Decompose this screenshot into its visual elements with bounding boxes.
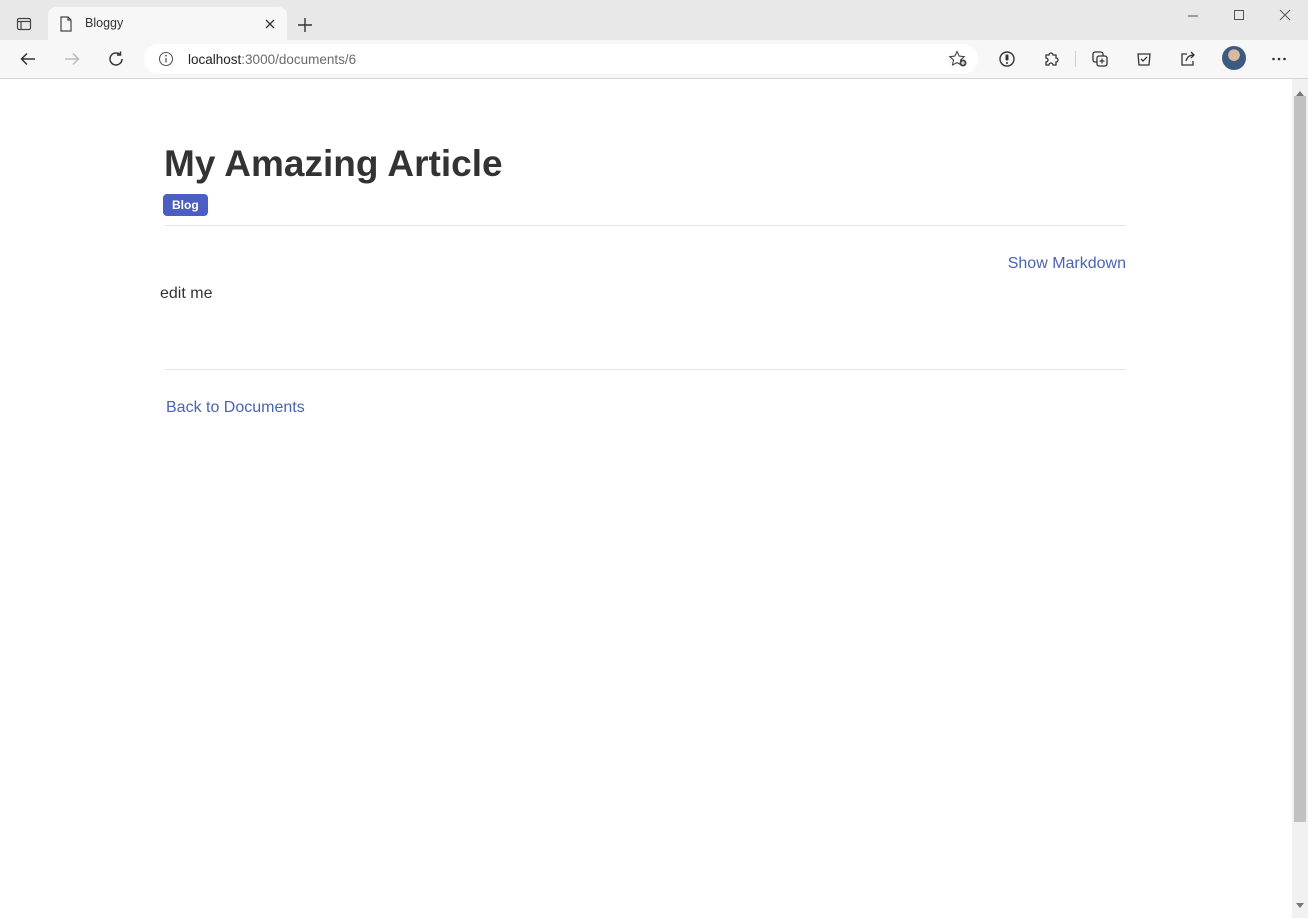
window-close-icon[interactable]: [1274, 6, 1296, 24]
divider: [165, 369, 1126, 370]
minimize-icon[interactable]: [1182, 6, 1204, 24]
collections-icon[interactable]: [1089, 48, 1111, 70]
plus-icon[interactable]: [294, 14, 316, 36]
tab-title: Bloggy: [85, 16, 124, 30]
toolbar-divider: [1075, 51, 1076, 67]
star-add-icon[interactable]: [948, 50, 968, 73]
address-bar[interactable]: localhost:3000/documents/6: [144, 44, 978, 74]
page-icon: [59, 16, 73, 37]
document-body: edit me: [160, 285, 213, 302]
ellipsis-icon[interactable]: [1268, 48, 1290, 70]
url-path: :3000/documents/6: [241, 52, 357, 67]
tracking-prevention-icon[interactable]: [996, 48, 1018, 70]
tab-strip: Bloggy: [0, 0, 1308, 40]
puzzle-icon[interactable]: [1040, 48, 1062, 70]
info-icon[interactable]: [158, 51, 174, 72]
share-icon[interactable]: [1177, 48, 1199, 70]
show-markdown-link[interactable]: Show Markdown: [1008, 255, 1126, 273]
browser-toolbar: localhost:3000/documents/6: [0, 40, 1308, 79]
divider: [165, 225, 1126, 226]
page-content: My Amazing Article Blog Show Markdown ed…: [0, 79, 1292, 918]
close-icon[interactable]: [263, 17, 277, 31]
maximize-icon[interactable]: [1228, 6, 1250, 24]
profile-avatar[interactable]: [1222, 46, 1246, 70]
tag-badge: Blog: [163, 194, 208, 216]
page-title: My Amazing Article: [164, 143, 503, 184]
vertical-scrollbar[interactable]: [1292, 79, 1308, 918]
browser-tab[interactable]: Bloggy: [48, 7, 287, 40]
scroll-down-icon[interactable]: [1296, 896, 1304, 914]
url-host: localhost: [188, 52, 242, 67]
url-text: localhost:3000/documents/6: [188, 52, 356, 67]
refresh-icon[interactable]: [105, 48, 127, 70]
back-to-documents-link[interactable]: Back to Documents: [166, 399, 305, 417]
arrow-right-icon[interactable]: [61, 48, 83, 70]
tab-actions-icon[interactable]: [12, 12, 36, 36]
scrollbar-thumb[interactable]: [1294, 96, 1306, 822]
arrow-left-icon[interactable]: [17, 48, 39, 70]
browser-essentials-icon[interactable]: [1133, 48, 1155, 70]
